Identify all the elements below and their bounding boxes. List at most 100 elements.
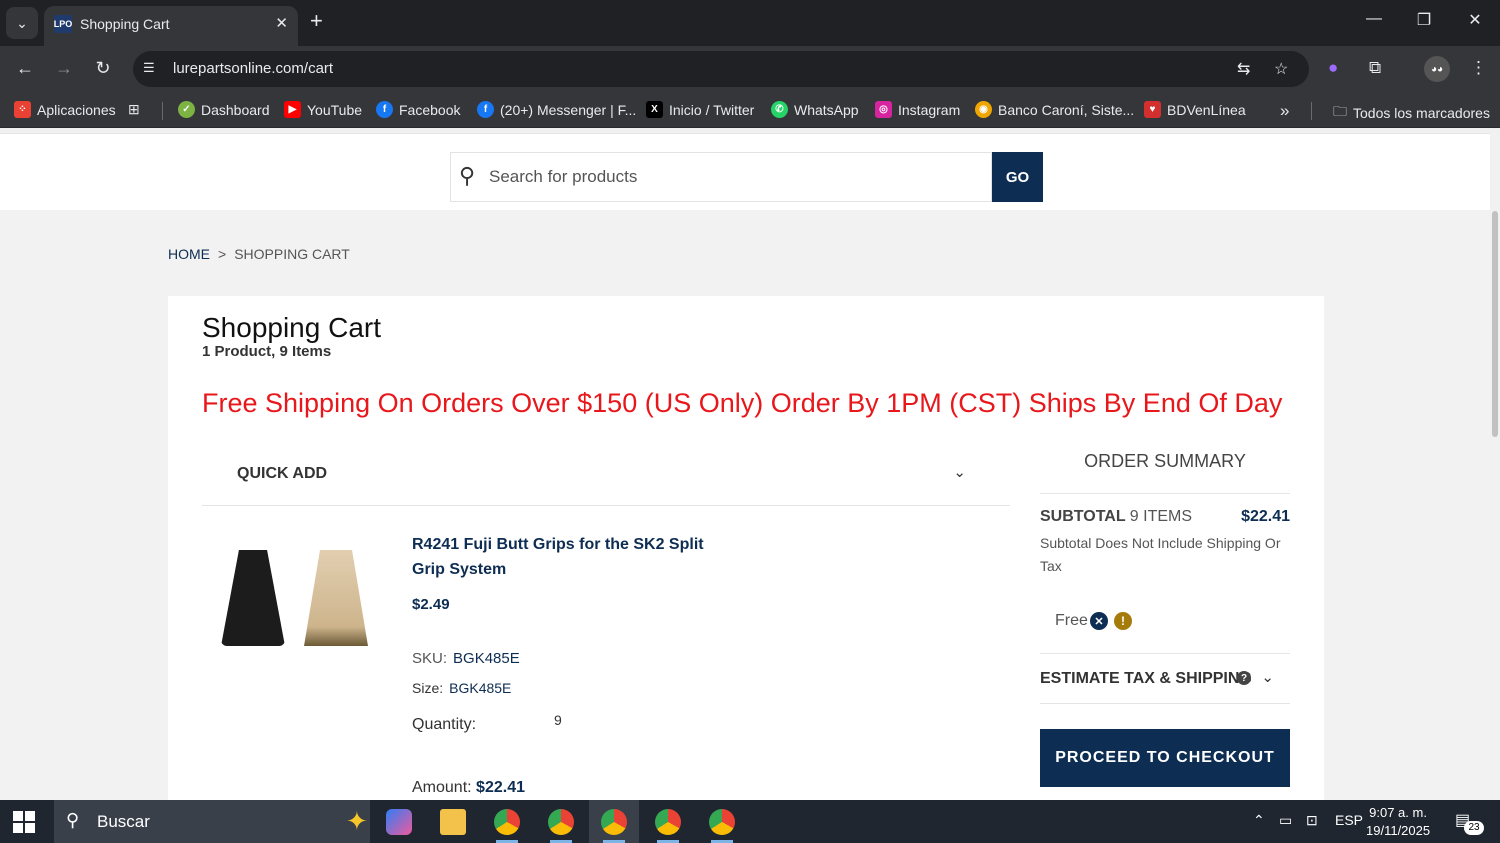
back-icon[interactable]: ← <box>13 58 37 79</box>
tab-title: Shopping Cart <box>80 16 170 32</box>
browser-tab-strip: ⌄ LPO Shopping Cart ✕ + — ❐ ✕ <box>0 0 1500 46</box>
bookmark-label: Inicio / Twitter <box>669 101 755 118</box>
breadcrumb-home-link[interactable]: HOME <box>168 246 210 262</box>
tab-shopping-cart[interactable]: LPO Shopping Cart ✕ <box>44 6 298 46</box>
search-input[interactable] <box>489 163 979 191</box>
bookmark-label: Instagram <box>898 101 961 118</box>
chevron-down-icon: ⌄ <box>1261 669 1274 686</box>
bookmark-bdvenlinea[interactable]: ♥ BDVenLínea <box>1144 101 1246 118</box>
cart-count: 1 Product, 9 Items <box>202 343 332 360</box>
avatar[interactable]: ◕◕ <box>1424 56 1450 82</box>
minimize-icon[interactable]: — <box>1359 10 1389 28</box>
chevron-up-icon[interactable]: ⌃ <box>1253 812 1265 829</box>
bookmark-apps[interactable]: ⁘ Aplicaciones <box>14 101 116 118</box>
bookmark-label: BDVenLínea <box>1167 101 1246 118</box>
quantity-input[interactable] <box>548 708 608 732</box>
close-icon[interactable]: ✕ <box>275 14 288 32</box>
bookmark-twitter[interactable]: X Inicio / Twitter <box>646 101 754 118</box>
estimate-label: ESTIMATE TAX & SHIPPING <box>1040 670 1252 687</box>
notification-count-badge: 23 <box>1464 821 1484 835</box>
subtotal-value: $22.41 <box>1241 508 1290 525</box>
product-price: $2.49 <box>412 596 450 613</box>
chrome-profile-r-icon[interactable] <box>482 800 532 843</box>
line-amount: Amount: $22.41 <box>412 779 525 797</box>
close-window-icon[interactable]: ✕ <box>1460 10 1490 30</box>
search-icon: ⚲ <box>459 163 476 188</box>
x-icon: X <box>646 101 663 118</box>
taskbar-search-label: Buscar <box>97 812 150 831</box>
proceed-to-checkout-button[interactable]: PROCEED TO CHECKOUT <box>1040 729 1290 787</box>
bookmark-label: Dashboard <box>201 101 270 118</box>
file-explorer-icon[interactable] <box>428 800 478 843</box>
product-name-link[interactable]: R4241 Fuji Butt Grips for the SK2 Split … <box>412 532 732 582</box>
search-icon: ⚲ <box>66 810 80 830</box>
chrome-profile-j-icon[interactable] <box>536 800 586 843</box>
kebab-menu-icon[interactable]: ⋮ <box>1470 58 1487 78</box>
clock-date: 19/11/2025 <box>1366 823 1431 838</box>
bookmark-facebook[interactable]: f Facebook <box>376 101 460 118</box>
remove-shipping-icon[interactable]: ✕ <box>1090 612 1108 630</box>
translate-icon[interactable]: ⇆ <box>1237 59 1250 79</box>
bookmark-dashboard[interactable]: ✓ Dashboard <box>178 101 270 118</box>
url-text[interactable]: lurepartsonline.com/cart <box>173 60 333 77</box>
windows-start-icon[interactable] <box>13 811 37 833</box>
new-tab-button[interactable]: + <box>310 8 323 34</box>
subtotal-items: 9 ITEMS <box>1129 508 1193 525</box>
quick-add-toggle[interactable]: QUICK ADD ⌄ <box>202 446 1010 506</box>
taskbar-search[interactable]: ⚲ Buscar ✦ <box>54 800 370 843</box>
tab-search-button[interactable]: ⌄ <box>6 7 38 39</box>
facebook-icon: f <box>376 101 393 118</box>
shipping-free-text: Free <box>1055 612 1088 629</box>
page-scrollbar[interactable] <box>1490 133 1500 800</box>
bookmark-instagram[interactable]: ◎ Instagram <box>875 101 960 118</box>
subtotal-label-text: SUBTOTAL <box>1040 508 1126 525</box>
forward-icon[interactable]: → <box>52 58 76 79</box>
bookmark-banco-caroni[interactable]: ◉ Banco Caroní, Siste... <box>975 101 1134 118</box>
product-image[interactable] <box>218 536 378 646</box>
site-info-icon[interactable]: ☰ <box>143 60 155 76</box>
address-bar[interactable]: ☰ lurepartsonline.com/cart ⇆ ☆ <box>133 51 1309 87</box>
size-value: BGK485E <box>449 680 512 696</box>
windows-taskbar: ⚲ Buscar ✦ ⌃ ▭ ⊡ ESP 9:07 a. m. 19/11/20… <box>0 800 1500 843</box>
bookmark-messenger[interactable]: f (20+) Messenger | F... <box>477 101 636 118</box>
estimate-tax-shipping-toggle[interactable]: ESTIMATE TAX & SHIPPING ? ⌄ <box>1040 654 1290 704</box>
bookmark-label: Aplicaciones <box>37 101 116 118</box>
scrollbar-thumb[interactable] <box>1492 211 1498 437</box>
taskbar-clock[interactable]: 9:07 a. m. 19/11/2025 <box>1366 804 1430 840</box>
instagram-icon: ◎ <box>875 101 892 118</box>
folder-icon: 🗀 <box>1333 103 1347 119</box>
cork-grip-image <box>304 550 368 646</box>
warning-icon[interactable]: ! <box>1114 612 1132 630</box>
bookmark-star-icon[interactable]: ☆ <box>1274 59 1288 79</box>
network-icon[interactable]: ▭ <box>1279 812 1292 829</box>
page-title: Shopping Cart <box>202 312 382 343</box>
dashboard-icon: ✓ <box>178 101 195 118</box>
language-indicator[interactable]: ESP <box>1335 812 1363 828</box>
reload-icon[interactable]: ↻ <box>91 58 115 79</box>
black-grip-image <box>221 550 285 646</box>
restore-icon[interactable]: ❐ <box>1409 10 1439 30</box>
copilot-app-icon[interactable] <box>374 800 424 843</box>
chrome-profile-d-icon[interactable] <box>643 800 693 843</box>
puzzle-icon[interactable]: ⧉ <box>1369 58 1381 78</box>
chrome-active-icon[interactable] <box>589 800 639 843</box>
all-bookmarks-folder[interactable]: 🗀 Todos los marcadores <box>1333 101 1490 125</box>
extension-icon[interactable]: ● <box>1328 58 1338 78</box>
more-bookmarks-icon[interactable]: » <box>1280 101 1289 121</box>
bookmark-label: Facebook <box>399 101 461 118</box>
bookmark-youtube[interactable]: ▶ YouTube <box>284 101 362 118</box>
amount-label: Amount: <box>412 779 472 796</box>
help-icon[interactable]: ? <box>1237 671 1251 685</box>
cart-card: Shopping Cart 1 Product, 9 Items Free Sh… <box>168 296 1324 800</box>
quantity-label: Quantity: <box>412 716 477 733</box>
bookmark-whatsapp[interactable]: ✆ WhatsApp <box>771 101 859 118</box>
bookmark-label: WhatsApp <box>794 101 859 118</box>
bank-icon: ◉ <box>975 101 992 118</box>
chrome-profile-other-icon[interactable] <box>697 800 747 843</box>
tab-groups-icon[interactable]: ⊞ <box>128 101 140 118</box>
device-icon[interactable]: ⊡ <box>1306 812 1318 829</box>
clock-time: 9:07 a. m. <box>1369 805 1427 820</box>
youtube-icon: ▶ <box>284 101 301 118</box>
search-go-button[interactable]: GO <box>992 152 1043 202</box>
bookmark-label: Banco Caroní, Siste... <box>998 101 1135 118</box>
